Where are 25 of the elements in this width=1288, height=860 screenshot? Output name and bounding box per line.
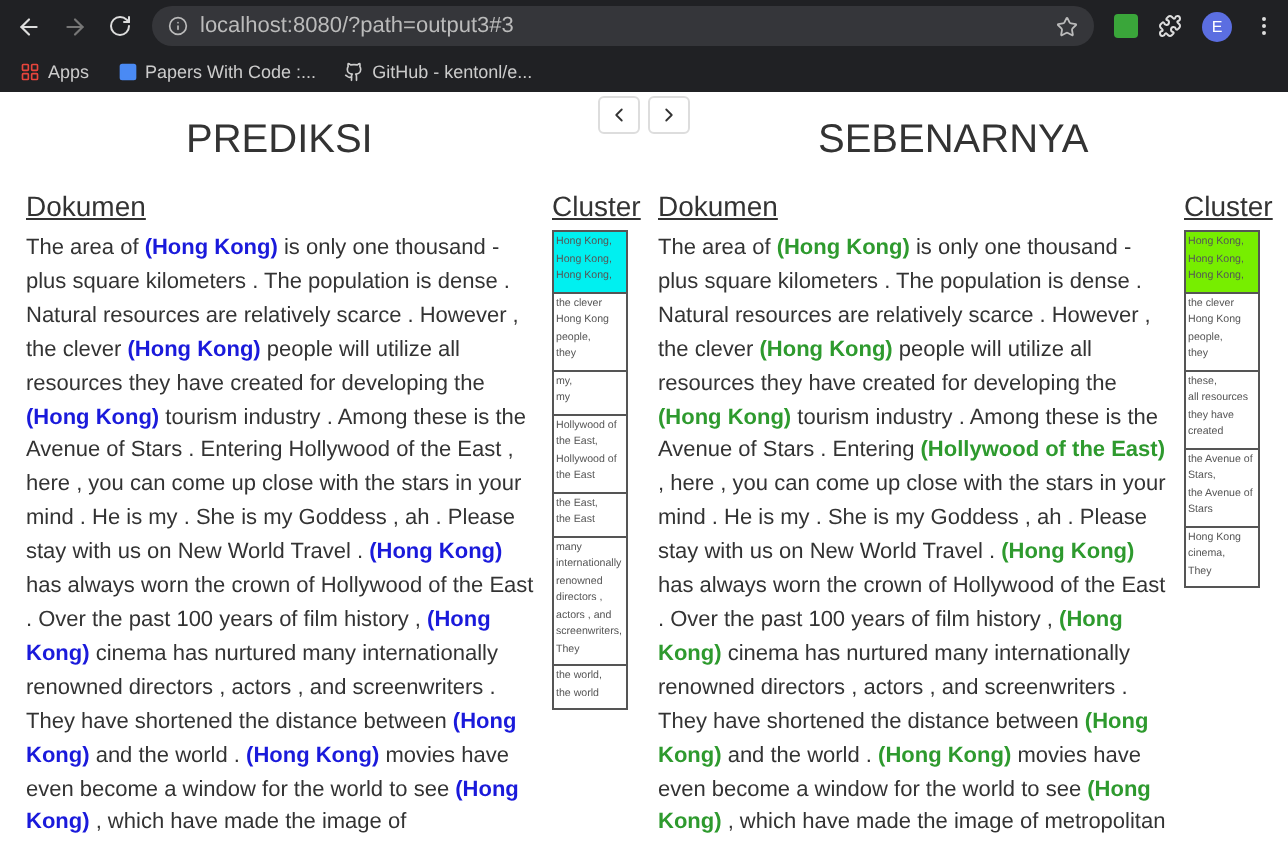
reload-icon[interactable]	[108, 14, 132, 38]
bookmark-link[interactable]: Apps	[20, 62, 90, 82]
document-text: The area of (Hong Kong) is only one thousand - plus square kilometers . The population is dense . Natural resources are relatively scarce . However , the clever (Hong Kong) people will utilize all resources they have created for developing the (Hong Kong) tourism industry . Among these is the Avenue of Stars . Entering Hollywood of the East , here , you can come up close with the stars in your mind . He is my . She is my Goddess , ah . Please stay with us on New World Travel . (Hong Kong) has always worn the crown of Hollywood of the East . Over the past 100 years of film history , (Hong Kong) cinema has nurtured many internationally renowned directors , actors , and screenwriters . They have shortened the distance between (Hong Kong) and the world . (Hong Kong) movies have even become a window for the world to see (Hong Kong) , which have made the image of	[26, 234, 536, 839]
next-button[interactable]	[648, 96, 690, 134]
back-icon[interactable]	[16, 13, 42, 39]
page-icon	[117, 62, 138, 82]
bookmark-link[interactable]: Papers With Code :...	[117, 62, 317, 82]
github-icon	[344, 62, 365, 82]
apps-icon	[20, 62, 40, 82]
column-header: Dokumen	[26, 190, 148, 222]
column-header: Cluster	[1184, 190, 1268, 222]
star-icon[interactable]	[1056, 15, 1078, 37]
forward-icon[interactable]	[62, 13, 88, 39]
panel-title: PREDIKSI	[186, 118, 373, 166]
info-icon	[168, 16, 188, 36]
previous-button[interactable]	[598, 96, 640, 134]
bookmark-link[interactable]: GitHub - kentonl/e...	[344, 62, 533, 82]
panel-title: SEBENARNYA	[818, 118, 1089, 166]
url-text: localhost:8080/?path=output3#3	[200, 14, 516, 38]
document-text: The area of (Hong Kong) is only one thousand - plus square kilometers . The population is dense . Natural resources are relatively scarce . However , the clever (Hong Kong) people will utilize all resources they have created for developing the (Hong Kong) tourism industry . Among these is the Avenue of Stars . Entering (Hollywood of the East) , here , you can come up close with the stars in your mind . He is my . She is my Goddess , ah . Please stay with us on New World Travel . (Hong Kong) has always worn the crown of Hollywood of the East . Over the past 100 years of film history , (Hong Kong) cinema has nurtured many internationally renowned directors , actors , and screenwriters . They have shortened the distance between (Hong Kong) and the world . (Hong Kong) movies have even become a window for the world to see (Hong Kong) , which have made the image of metropolitan	[658, 234, 1168, 839]
puzzle-icon[interactable]	[1158, 14, 1182, 38]
column-header: Dokumen	[658, 190, 780, 222]
profile-avatar[interactable]: E	[1202, 11, 1232, 41]
column-header: Cluster	[552, 190, 636, 222]
address-bar[interactable]: localhost:8080/?path=output3#3	[152, 6, 1094, 46]
